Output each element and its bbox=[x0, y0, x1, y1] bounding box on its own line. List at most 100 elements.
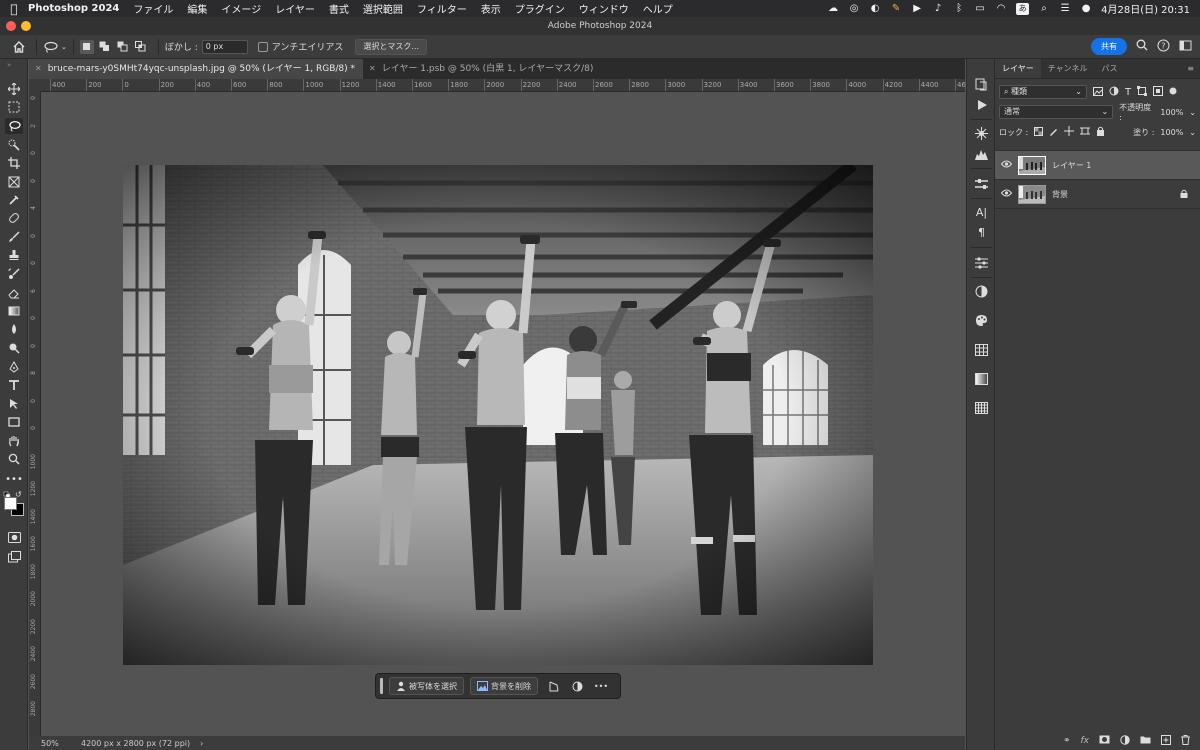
feather-input[interactable]: 0 px bbox=[201, 39, 248, 54]
adjustment-icon[interactable] bbox=[568, 677, 586, 695]
eyedropper-tool-icon[interactable] bbox=[5, 192, 23, 208]
tools-collapse-icon[interactable]: » bbox=[7, 61, 11, 69]
paragraph-panel-icon[interactable]: ¶ bbox=[974, 225, 989, 240]
horizontal-ruler[interactable]: 400 200 0 200 400 600 800 1000 1200 1400 1600 1800 2… bbox=[41, 79, 966, 92]
quick-mask-icon[interactable] bbox=[5, 529, 23, 545]
subtract-selection-icon[interactable] bbox=[116, 40, 130, 54]
menu-filter[interactable]: フィルター bbox=[417, 1, 467, 16]
image-layer-content[interactable] bbox=[123, 165, 873, 665]
tab-paths[interactable]: パス bbox=[1095, 59, 1125, 78]
taskbar-drag-handle[interactable] bbox=[380, 678, 383, 694]
lock-artboard-icon[interactable] bbox=[1080, 126, 1091, 138]
input-method-indicator[interactable]: あ bbox=[1016, 2, 1030, 15]
character-panel-icon[interactable]: A| bbox=[974, 205, 989, 220]
new-selection-icon[interactable] bbox=[79, 39, 94, 54]
wifi-icon[interactable]: ◠ bbox=[995, 3, 1007, 15]
filter-shape-icon[interactable] bbox=[1137, 86, 1148, 98]
workspace-icon[interactable] bbox=[1179, 39, 1192, 55]
menu-view[interactable]: 表示 bbox=[481, 1, 501, 16]
hand-tool-icon[interactable] bbox=[5, 433, 23, 449]
gradients-panel-icon[interactable] bbox=[974, 371, 989, 386]
tab-layers[interactable]: レイヤー bbox=[995, 59, 1041, 78]
marquee-tool-icon[interactable] bbox=[5, 99, 23, 115]
lasso-tool-icon[interactable] bbox=[5, 118, 23, 134]
add-selection-icon[interactable] bbox=[98, 40, 112, 54]
zoom-level[interactable]: 50% bbox=[29, 739, 69, 748]
menu-file[interactable]: ファイル bbox=[133, 1, 173, 16]
navigator-panel-icon[interactable] bbox=[974, 126, 989, 141]
sync-icon[interactable]: ◐ bbox=[869, 3, 881, 15]
select-and-mask-button[interactable]: 選択とマスク... bbox=[355, 38, 428, 55]
lasso-tool-preset-icon[interactable]: ⌄ bbox=[43, 41, 67, 53]
color-panel-icon[interactable] bbox=[974, 284, 989, 299]
opacity-input[interactable]: 100% bbox=[1160, 108, 1183, 117]
layer-filter-select[interactable]: ⌕ 種類 ⌄ bbox=[999, 85, 1087, 99]
menu-help[interactable]: ヘルプ bbox=[643, 1, 673, 16]
layer-row-layer1[interactable]: レイヤー 1 bbox=[995, 151, 1200, 180]
path-selection-tool-icon[interactable] bbox=[5, 396, 23, 412]
transform-icon[interactable] bbox=[544, 677, 562, 695]
more-options-icon[interactable]: ••• bbox=[592, 677, 610, 695]
healing-brush-tool-icon[interactable] bbox=[5, 210, 23, 226]
filter-adjustment-icon[interactable] bbox=[1109, 86, 1119, 98]
blur-tool-icon[interactable] bbox=[5, 321, 23, 337]
screen-mode-icon[interactable] bbox=[5, 549, 23, 565]
adjustments-panel-icon[interactable] bbox=[974, 255, 989, 270]
history-brush-tool-icon[interactable] bbox=[5, 266, 23, 282]
cloud-icon[interactable]: ☁ bbox=[827, 3, 839, 15]
menu-edit[interactable]: 編集 bbox=[187, 1, 207, 16]
select-subject-button[interactable]: 被写体を選択 bbox=[389, 677, 464, 695]
bluetooth-icon[interactable]: ᛒ bbox=[953, 3, 965, 15]
battery-icon[interactable]: ▭ bbox=[974, 3, 986, 15]
opacity-dropdown-icon[interactable]: ⌄ bbox=[1189, 108, 1196, 117]
filter-pixel-icon[interactable] bbox=[1093, 86, 1103, 98]
control-center-icon[interactable]: ☰ bbox=[1059, 3, 1071, 15]
move-tool-icon[interactable] bbox=[5, 81, 23, 97]
menu-plugins[interactable]: プラグイン bbox=[515, 1, 565, 16]
layer-visibility-eye-icon[interactable] bbox=[1000, 189, 1013, 199]
layer-row-background[interactable]: 背景 bbox=[995, 180, 1200, 209]
siri-icon[interactable]: ● bbox=[1080, 3, 1092, 15]
menu-select[interactable]: 選択範囲 bbox=[363, 1, 403, 16]
fill-dropdown-icon[interactable]: ⌄ bbox=[1189, 128, 1196, 137]
ruler-origin[interactable] bbox=[29, 79, 41, 92]
add-mask-icon[interactable] bbox=[1099, 735, 1110, 747]
clone-stamp-tool-icon[interactable] bbox=[5, 247, 23, 263]
frame-tool-icon[interactable] bbox=[5, 174, 23, 190]
brush-tool-icon[interactable] bbox=[5, 229, 23, 245]
zoom-tool-icon[interactable] bbox=[5, 451, 23, 467]
layer-visibility-eye-icon[interactable] bbox=[1000, 160, 1013, 170]
grid-panel-icon[interactable] bbox=[974, 342, 989, 357]
vertical-ruler[interactable]: 0 2 0 0 4 0 0 6 0 0 8 0 0 1000 1200 1400 1600 1800 2000 220… bbox=[29, 92, 41, 736]
filter-smart-object-icon[interactable] bbox=[1153, 86, 1164, 98]
intersect-selection-icon[interactable] bbox=[134, 40, 148, 54]
search-icon[interactable] bbox=[1136, 39, 1148, 54]
close-tab-icon[interactable]: ✕ bbox=[35, 59, 42, 79]
home-icon[interactable] bbox=[8, 36, 30, 58]
crop-tool-icon[interactable] bbox=[5, 155, 23, 171]
menu-image[interactable]: イメージ bbox=[221, 1, 261, 16]
doc-tab-active[interactable]: ✕ bruce-mars-y0SMHt74yqc-unsplash.jpg @ … bbox=[29, 59, 364, 79]
menu-window[interactable]: ウィンドウ bbox=[579, 1, 629, 16]
blend-mode-select[interactable]: 通常 ⌄ bbox=[999, 105, 1114, 119]
dodge-tool-icon[interactable] bbox=[5, 340, 23, 356]
spotlight-search-icon[interactable]: ⌕ bbox=[1038, 3, 1050, 15]
history-panel-icon[interactable] bbox=[974, 77, 989, 92]
type-tool-icon[interactable] bbox=[5, 377, 23, 393]
apple-icon[interactable]:  bbox=[0, 2, 28, 16]
status-menu-arrow-icon[interactable]: › bbox=[200, 739, 203, 748]
play-icon[interactable]: ▶ bbox=[911, 3, 923, 15]
remove-background-button[interactable]: 背景を削除 bbox=[470, 677, 538, 695]
pen-tool-icon[interactable] bbox=[5, 359, 23, 375]
foreground-color-swatch[interactable] bbox=[4, 497, 17, 510]
lock-pixels-icon[interactable] bbox=[1049, 127, 1058, 138]
document-canvas[interactable] bbox=[41, 92, 965, 736]
close-tab-icon[interactable]: ✕ bbox=[369, 59, 376, 79]
menu-clock[interactable]: 4月28日(日) 20:31 bbox=[1101, 1, 1190, 16]
new-layer-icon[interactable] bbox=[1161, 734, 1171, 748]
brush-status-icon[interactable]: ✎ bbox=[890, 3, 902, 15]
histogram-panel-icon[interactable] bbox=[974, 146, 989, 161]
properties-panel-icon[interactable] bbox=[974, 176, 989, 191]
lock-transparent-icon[interactable] bbox=[1034, 126, 1044, 138]
panel-menu-icon[interactable]: ≡ bbox=[1181, 59, 1200, 78]
